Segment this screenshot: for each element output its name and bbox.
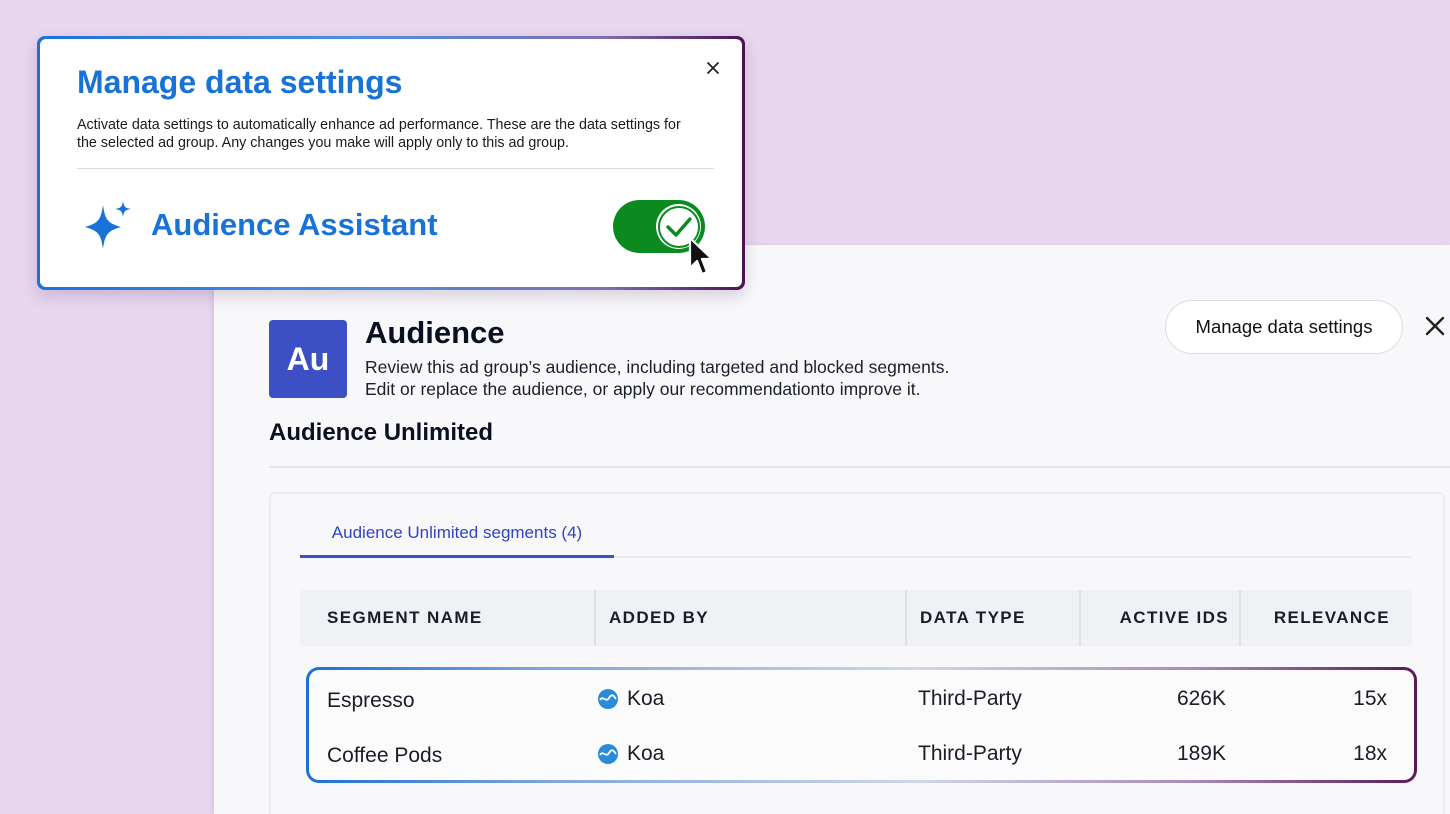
column-header-active-ids[interactable]: ACTIVE IDS [1079,590,1239,646]
table-header: SEGMENT NAME ADDED BY DATA TYPE ACTIVE I… [300,590,1412,646]
divider [269,466,1450,468]
divider [77,168,714,169]
audience-assistant-label: Audience Assistant [151,207,438,242]
added-by: Koa [598,726,664,782]
popup-description: Activate data settings to automatically … [77,117,681,151]
panel-title: Audience [365,315,505,350]
audience-panel: Au Audience Review this ad group’s audie… [214,245,1450,814]
segment-name: Coffee Pods [327,744,443,767]
active-ids: 626K [1176,687,1226,710]
relevance: 15x [1353,687,1387,710]
column-header-relevance[interactable]: RELEVANCE [1239,590,1412,646]
highlighted-rows: Espresso Koa Third-Party 626K 15x Coffee… [306,667,1417,783]
table-row[interactable]: Coffee Pods Koa Third-Party 189K 18x [309,726,1414,782]
segments-card: Audience Unlimited segments (4) SEGMENT … [269,492,1445,814]
close-icon[interactable] [1422,313,1448,339]
active-ids: 189K [1176,742,1226,765]
popup-title: Manage data settings [77,64,403,100]
column-header-data-type[interactable]: DATA TYPE [905,590,1079,646]
audience-tile-icon: Au [269,320,347,398]
tab-audience-unlimited-segments[interactable]: Audience Unlimited segments (4) [300,510,614,558]
koa-icon [598,744,618,764]
sparkle-icon [85,201,131,249]
relevance: 18x [1353,742,1387,765]
mouse-cursor-icon [688,236,714,276]
manage-data-settings-button[interactable]: Manage data settings [1165,300,1403,354]
popup-body: Manage data settings Activate data setti… [40,39,742,287]
added-by-label: Koa [627,687,665,710]
data-type: Third-Party [918,687,1022,710]
manage-data-settings-popup: Manage data settings Activate data setti… [37,36,745,290]
added-by-label: Koa [627,742,665,765]
column-header-added-by[interactable]: ADDED BY [594,590,905,646]
table-row[interactable]: Espresso Koa Third-Party 626K 15x [309,671,1414,727]
tab-bar: Audience Unlimited segments (4) [300,510,1412,558]
panel-description-line-2: Edit or replace the audience, or apply o… [365,378,921,399]
data-type: Third-Party [918,742,1022,765]
section-title: Audience Unlimited [269,419,494,446]
panel-description-line-1: Review this ad group’s audience, includi… [365,357,950,377]
added-by: Koa [598,671,664,727]
close-icon[interactable] [705,60,721,76]
column-header-segment-name[interactable]: SEGMENT NAME [300,590,594,646]
koa-icon [598,689,618,709]
rows-container: Espresso Koa Third-Party 626K 15x Coffee… [309,670,1414,780]
panel-description: Review this ad group’s audience, includi… [365,357,949,400]
segment-name: Espresso [327,689,415,712]
